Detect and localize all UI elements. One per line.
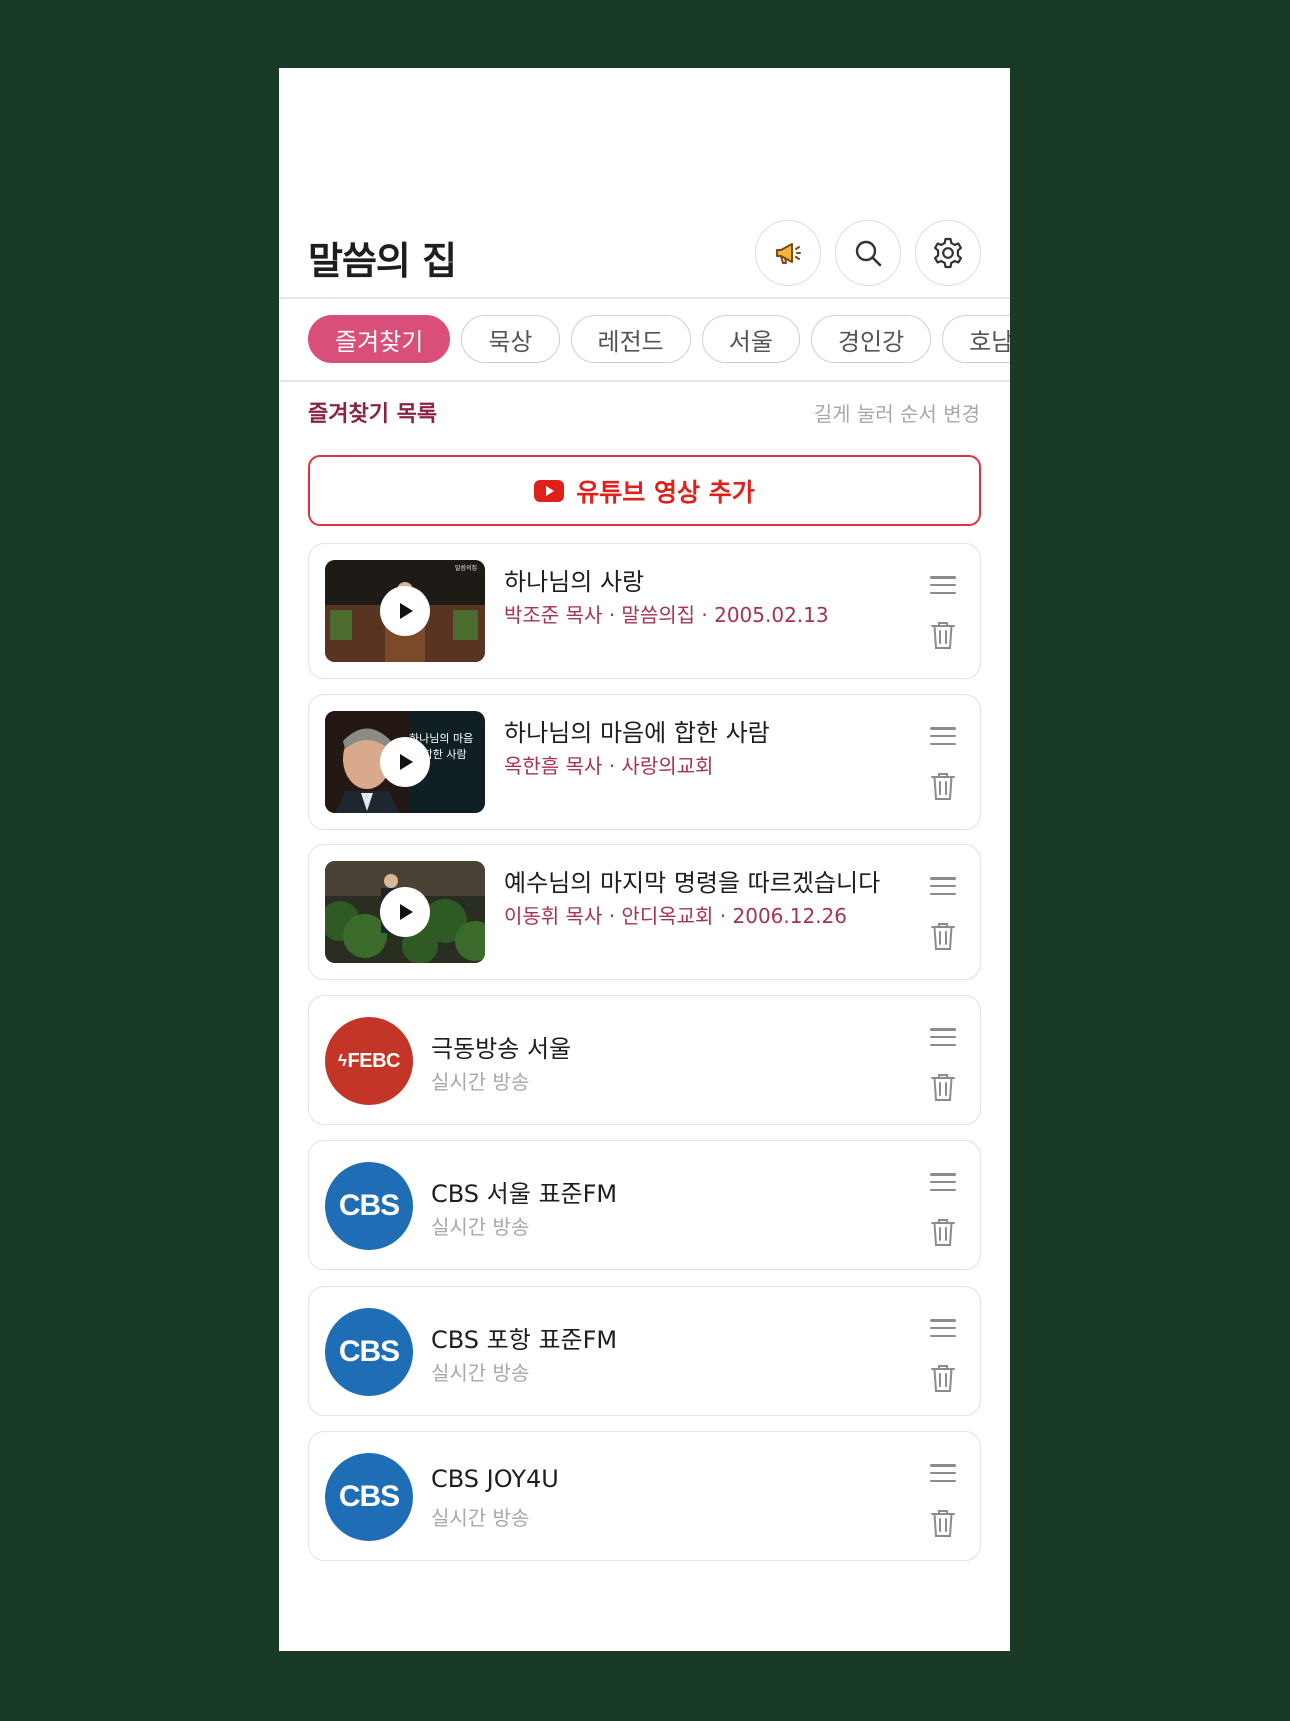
radio-name: CBS 서울 표준FM <box>431 1180 618 1208</box>
radio-status: 실시간 방송 <box>431 1506 530 1530</box>
video-thumbnail: 하나님의 마음에 합한 사람 <box>325 711 485 813</box>
category-tabs: 즐겨찾기 묵상 레전드 서울 경인강 호남 <box>308 315 1010 363</box>
app-screen: 말씀의 집 즐겨찾기 묵상 레전드 서울 경인강 호남 즐겨찾기 목록 길게 눌… <box>279 68 1010 1651</box>
tab-gyeongin[interactable]: 경인강 <box>810 315 932 363</box>
radio-card[interactable]: CBS CBS JOY4U 실시간 방송 <box>308 1431 981 1561</box>
notice-button[interactable] <box>755 220 821 286</box>
radio-card[interactable]: CBS CBS 서울 표준FM 실시간 방송 <box>308 1140 981 1270</box>
video-meta: 이동휘 목사 · 안디옥교회 · 2006.12.26 <box>504 904 848 928</box>
cbs-logo: CBS <box>325 1453 413 1541</box>
radio-status: 실시간 방송 <box>431 1215 530 1239</box>
favorites-list-title: 즐겨찾기 목록 <box>308 402 438 427</box>
add-youtube-button[interactable]: 유튜브 영상 추가 <box>308 455 981 526</box>
radio-card[interactable]: ϟ FEBC 극동방송 서울 실시간 방송 <box>308 995 981 1125</box>
favorites-list-header: 즐겨찾기 목록 길게 눌러 순서 변경 <box>308 396 980 428</box>
video-meta: 옥한흠 목사 · 사랑의교회 <box>504 754 714 778</box>
drag-handle-icon[interactable] <box>930 1319 956 1337</box>
gear-icon <box>934 237 962 269</box>
header-divider <box>279 297 1010 299</box>
radio-name: 극동방송 서울 <box>431 1035 572 1063</box>
tabs-divider <box>279 380 1010 382</box>
drag-handle-icon[interactable] <box>930 1464 956 1482</box>
tab-honam[interactable]: 호남 <box>942 315 1010 363</box>
radio-name: CBS JOY4U <box>431 1465 559 1493</box>
radio-status: 실시간 방송 <box>431 1070 530 1094</box>
megaphone-icon <box>776 243 801 264</box>
drag-handle-icon[interactable] <box>930 576 956 594</box>
radio-status: 실시간 방송 <box>431 1361 530 1385</box>
svg-text:말씀의집: 말씀의집 <box>455 564 477 572</box>
search-button[interactable] <box>835 220 901 286</box>
video-title: 하나님의 사랑 <box>504 568 645 596</box>
febc-logo: ϟ FEBC <box>325 1017 413 1105</box>
app-header: 말씀의 집 <box>279 208 1010 296</box>
video-card[interactable]: 말씀의집 하나님의 사랑 박조준 목사 · 말씀의집 · 2005.02.13 <box>308 543 981 679</box>
radio-name: CBS 포항 표준FM <box>431 1326 618 1354</box>
cbs-logo: CBS <box>325 1162 413 1250</box>
febc-logo-text: FEBC <box>347 1049 401 1072</box>
trash-icon[interactable] <box>930 1508 956 1538</box>
trash-icon[interactable] <box>930 921 956 951</box>
video-card[interactable]: 하나님의 마음에 합한 사람 하나님의 마음에 합한 사람 옥한흠 목사 · 사… <box>308 694 981 830</box>
video-card[interactable]: 예수님의 마지막 명령을 따르겠습니다 이동휘 목사 · 안디옥교회 · 200… <box>308 844 981 980</box>
tab-favorites[interactable]: 즐겨찾기 <box>308 315 451 363</box>
reorder-hint: 길게 눌러 순서 변경 <box>813 401 980 426</box>
drag-handle-icon[interactable] <box>930 1028 956 1046</box>
trash-icon[interactable] <box>930 1072 956 1102</box>
video-title: 하나님의 마음에 합한 사람 <box>504 719 770 747</box>
play-button[interactable] <box>380 887 430 937</box>
play-button[interactable] <box>380 586 430 636</box>
trash-icon[interactable] <box>930 620 956 650</box>
drag-handle-icon[interactable] <box>930 727 956 745</box>
drag-handle-icon[interactable] <box>930 1173 956 1191</box>
video-meta: 박조준 목사 · 말씀의집 · 2005.02.13 <box>504 603 829 627</box>
tab-legend[interactable]: 레전드 <box>570 315 691 363</box>
youtube-icon <box>534 479 565 502</box>
video-thumbnail: 말씀의집 <box>325 560 485 662</box>
trash-icon[interactable] <box>930 1217 956 1247</box>
drag-handle-icon[interactable] <box>930 877 956 895</box>
app-title: 말씀의 집 <box>308 239 457 283</box>
add-youtube-label: 유튜브 영상 추가 <box>576 477 755 507</box>
search-icon <box>855 240 882 267</box>
play-icon <box>400 603 413 619</box>
play-icon <box>400 904 413 920</box>
video-title: 예수님의 마지막 명령을 따르겠습니다 <box>504 869 881 897</box>
settings-button[interactable] <box>915 220 981 286</box>
tab-meditation[interactable]: 묵상 <box>461 315 560 363</box>
tab-seoul[interactable]: 서울 <box>701 315 800 363</box>
play-icon <box>400 754 413 770</box>
cbs-logo: CBS <box>325 1308 413 1396</box>
video-thumbnail <box>325 861 485 963</box>
radio-card[interactable]: CBS CBS 포항 표준FM 실시간 방송 <box>308 1286 981 1416</box>
play-button[interactable] <box>380 737 430 787</box>
trash-icon[interactable] <box>930 771 956 801</box>
trash-icon[interactable] <box>930 1363 956 1393</box>
